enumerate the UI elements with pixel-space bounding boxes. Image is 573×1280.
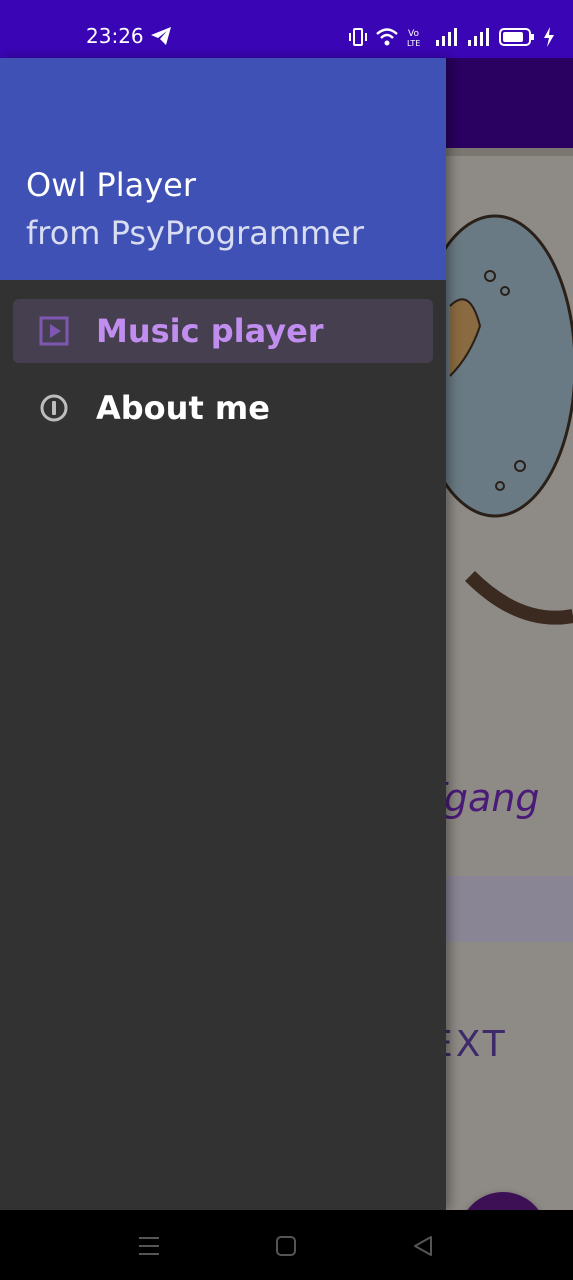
drawer-item-about-me[interactable]: About me bbox=[13, 376, 433, 440]
vibrate-icon bbox=[349, 27, 367, 47]
signal-icon bbox=[467, 28, 491, 46]
drawer-item-music-player[interactable]: Music player bbox=[13, 299, 433, 363]
drawer-item-label: Music player bbox=[96, 312, 324, 350]
status-bar: 23:26 Vo LTE bbox=[0, 0, 573, 58]
status-icons: Vo LTE bbox=[349, 24, 555, 50]
send-fab[interactable] bbox=[459, 1192, 547, 1210]
drawer-subtitle: from PsyProgrammer bbox=[26, 214, 365, 252]
svg-text:Vo: Vo bbox=[408, 29, 419, 39]
navigation-drawer: Owl Player from PsyProgrammer Music play… bbox=[0, 58, 446, 1210]
wifi-icon bbox=[375, 27, 399, 47]
svg-text:LTE: LTE bbox=[407, 39, 420, 47]
battery-icon bbox=[499, 28, 535, 46]
drawer-item-label: About me bbox=[96, 389, 270, 427]
drawer-header: Owl Player from PsyProgrammer bbox=[0, 58, 446, 280]
drawer-title: Owl Player bbox=[26, 166, 196, 204]
play-box-icon bbox=[37, 314, 71, 348]
status-time: 23:26 bbox=[86, 24, 144, 48]
info-icon bbox=[37, 391, 71, 425]
menu-icon[interactable] bbox=[135, 1232, 163, 1260]
system-nav-bar bbox=[0, 1210, 573, 1280]
volte-icon: Vo LTE bbox=[407, 27, 427, 47]
signal-icon bbox=[435, 28, 459, 46]
home-icon[interactable] bbox=[272, 1232, 300, 1260]
back-icon[interactable] bbox=[409, 1232, 437, 1260]
telegram-icon bbox=[150, 26, 172, 51]
charging-icon bbox=[543, 27, 555, 47]
seekbar bbox=[446, 876, 573, 942]
